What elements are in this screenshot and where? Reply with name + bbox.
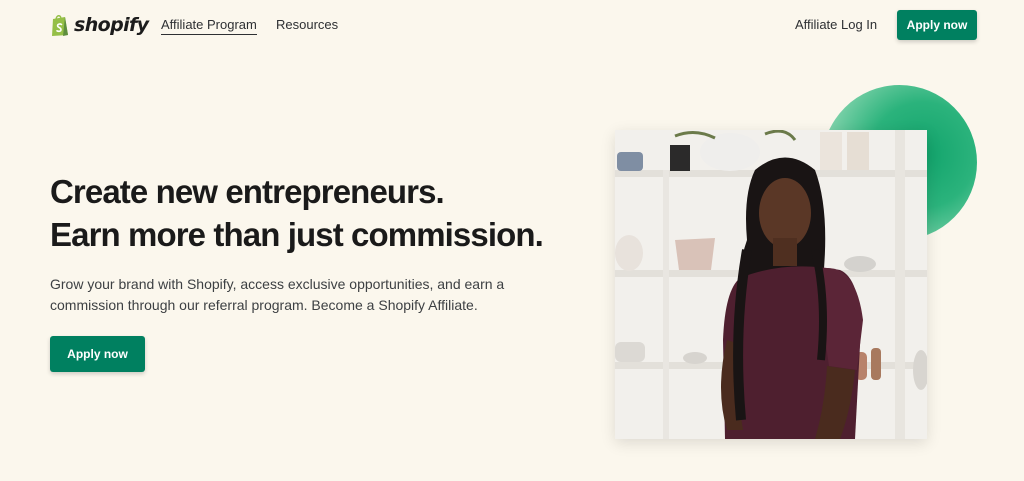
hero-subtext: Grow your brand with Shopify, access exc… <box>50 276 505 313</box>
affiliate-login-link[interactable]: Affiliate Log In <box>795 17 877 33</box>
nav-resources[interactable]: Resources <box>276 17 338 33</box>
headline-line-2: Earn more than just commission. <box>50 216 544 253</box>
hero-photo <box>615 130 927 439</box>
nav-affiliate-program[interactable]: Affiliate Program <box>161 17 257 35</box>
shopify-logo[interactable]: shopify <box>50 12 149 38</box>
header-apply-button[interactable]: Apply now <box>897 10 977 40</box>
hero-headline: Create new entrepreneurs. Earn more than… <box>50 170 590 256</box>
headline-line-1: Create new entrepreneurs. <box>50 173 445 210</box>
logo-wordmark: shopify <box>74 14 149 36</box>
hero-apply-button[interactable]: Apply now <box>50 336 145 372</box>
shopify-bag-icon <box>52 15 68 36</box>
site-header: shopify Affiliate Program Resources Affi… <box>0 0 1024 50</box>
woman-with-shelves-illustration <box>615 130 927 439</box>
